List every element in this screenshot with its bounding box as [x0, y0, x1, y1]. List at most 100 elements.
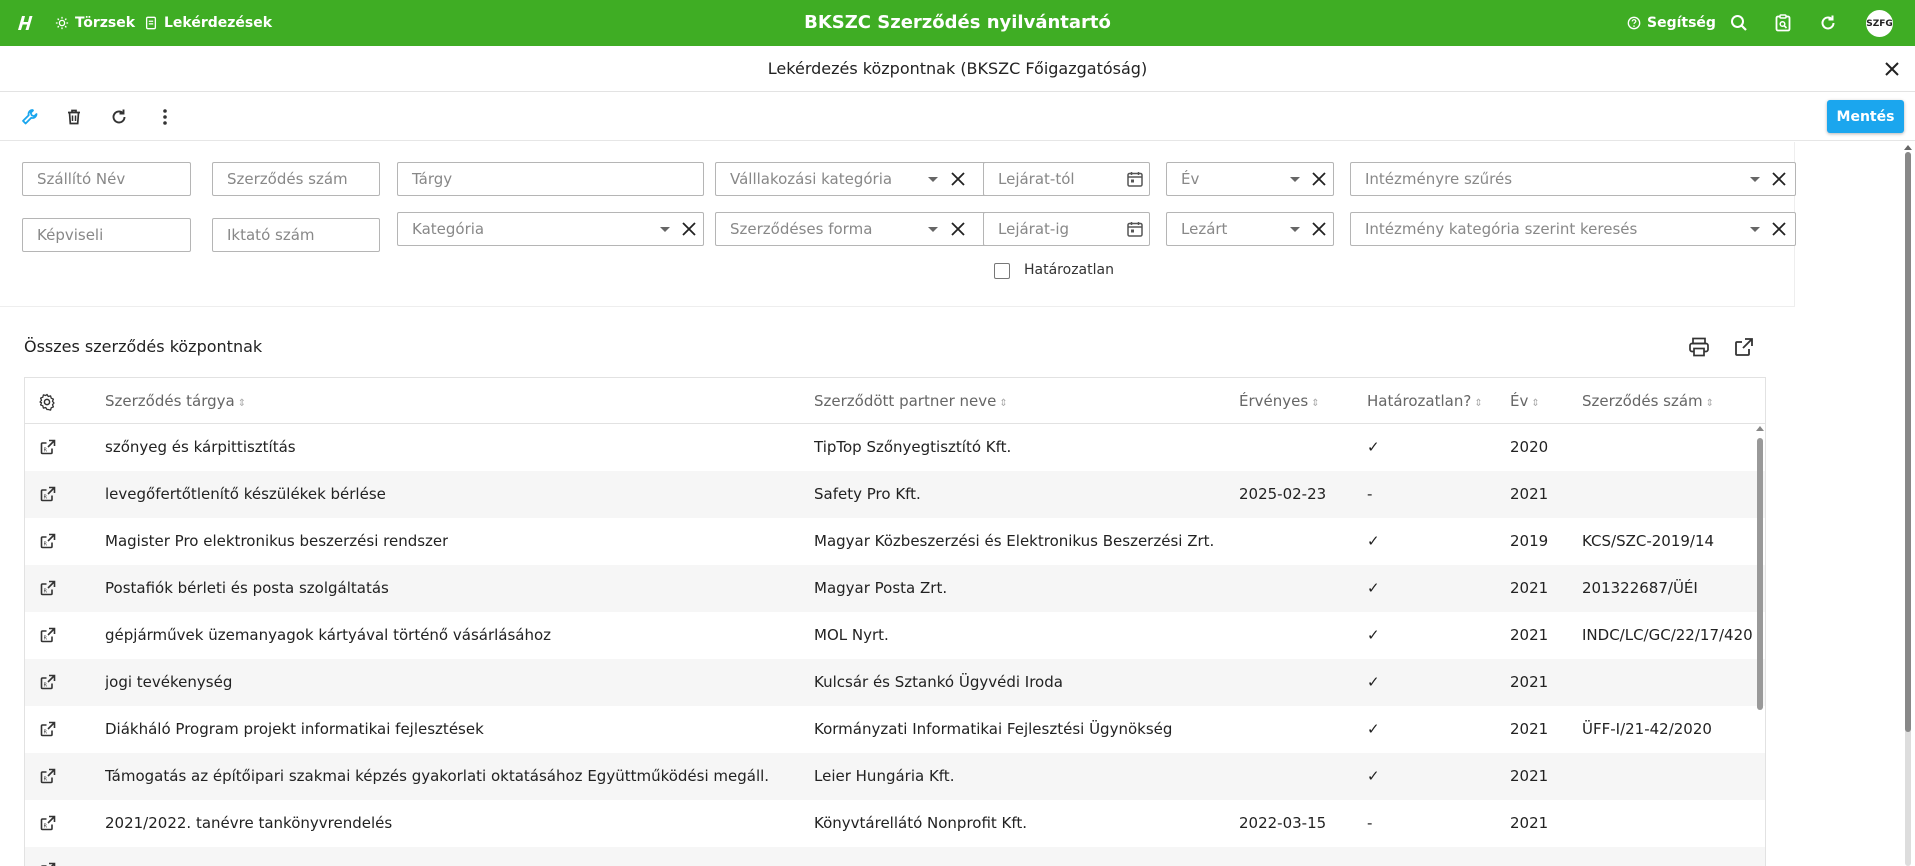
cell-contract-number [1582, 424, 1757, 471]
clear-icon[interactable] [1772, 222, 1786, 236]
cell-contract-number: ÜFF-I/21-42/2020 [1582, 720, 1712, 738]
more-button[interactable] [154, 106, 176, 128]
document-icon [145, 16, 157, 30]
clear-icon[interactable] [1772, 172, 1786, 186]
cell-subject: jogi tevékenység [105, 673, 233, 691]
registry-number-input[interactable]: Iktató szám [212, 218, 380, 252]
table-header: Szerződés tárgya ⇕ Szerződött partner nev… [25, 378, 1765, 424]
nav-torzsek[interactable]: Törzsek [55, 0, 135, 46]
refresh-icon [112, 109, 126, 124]
open-record-icon[interactable]: R [39, 626, 57, 644]
open-external-icon[interactable] [1732, 335, 1756, 359]
app-logo[interactable] [14, 12, 36, 34]
col-year[interactable]: Év ⇕ [1510, 378, 1540, 424]
top-bar: Törzsek Lekérdezések BKSZC Szerződés nyi… [0, 0, 1915, 46]
nav-lekerdezesek[interactable]: Lekérdezések [144, 0, 272, 46]
avatar[interactable]: SZFG [1866, 10, 1893, 37]
chevron-down-icon [928, 177, 938, 182]
scroll-up-arrow[interactable] [1756, 426, 1764, 431]
toolbar [0, 93, 1915, 141]
contract-number-input[interactable]: Szerződés szám [212, 162, 380, 196]
year-select[interactable]: Év [1166, 162, 1334, 196]
close-icon[interactable] [1881, 58, 1903, 80]
table-row[interactable]: R [25, 847, 1765, 866]
chevron-down-icon [660, 227, 670, 232]
institution-category-select[interactable]: Intézmény kategória szerint keresés [1350, 212, 1796, 246]
col-partner[interactable]: Szerződött partner neve ⇕ [814, 378, 1008, 424]
clear-icon[interactable] [951, 222, 965, 236]
table-row[interactable]: R Magister Pro elektronikus beszerzési re… [25, 518, 1765, 565]
table-row[interactable]: R Támogatás az építőipari szakmai képzés … [25, 753, 1765, 800]
expiry-from-input[interactable]: Lejárat-tól [983, 162, 1150, 196]
cell-subject: Támogatás az építőipari szakmai képzés g… [105, 767, 770, 785]
cell-indefinite: ✓ [1367, 767, 1380, 785]
chevron-down-icon [1750, 177, 1760, 182]
table-row[interactable]: Rszőnyeg és kárpittisztítás TipTop Szőnye… [25, 424, 1765, 471]
table-row[interactable]: Rjogi tevékenység Kulcsár és Sztankó Ügyv… [25, 659, 1765, 706]
open-record-icon[interactable]: R [39, 579, 57, 597]
gear-icon[interactable] [38, 393, 56, 411]
open-record-icon[interactable]: R [39, 485, 57, 503]
clear-icon[interactable] [951, 172, 965, 186]
page-scrollbar[interactable] [1905, 152, 1911, 732]
contracts-table: Szerződés tárgya ⇕ Szerződött partner nev… [24, 377, 1766, 866]
table-row[interactable]: R Diákháló Program projekt informatikai f… [25, 706, 1765, 753]
calendar-icon[interactable] [1126, 170, 1144, 188]
col-subject[interactable]: Szerződés tárgya ⇕ [105, 378, 246, 424]
institution-filter-select[interactable]: Intézményre szűrés [1350, 162, 1796, 196]
wrench-icon [22, 109, 38, 125]
refresh-button[interactable] [108, 106, 130, 128]
cell-year: 2021 [1510, 673, 1549, 691]
page-scroll-up-arrow[interactable] [1904, 145, 1912, 150]
sort-icon: ⇕ [1705, 398, 1715, 409]
chevron-down-icon [1290, 227, 1300, 232]
save-button[interactable]: Mentés [1827, 100, 1904, 133]
cell-indefinite: ✓ [1367, 626, 1380, 644]
trash-icon [68, 109, 80, 125]
chevron-down-icon [928, 227, 938, 232]
page-title: Lekérdezés központnak (BKSZC Főigazgatós… [767, 59, 1148, 78]
cell-year: 2021 [1510, 626, 1549, 644]
open-record-icon[interactable]: R [39, 767, 57, 785]
indefinite-checkbox[interactable] [994, 263, 1010, 279]
cog-sun-icon [55, 16, 69, 30]
clear-icon[interactable] [1312, 172, 1326, 186]
open-record-icon[interactable]: R [39, 438, 57, 456]
help-link[interactable]: Segítség [1627, 0, 1716, 46]
open-record-icon[interactable]: R [39, 673, 57, 691]
printer-icon[interactable] [1687, 335, 1711, 359]
table-row[interactable]: R Postafiók bérleti és posta szolgáltatás… [25, 565, 1765, 612]
table-row[interactable]: R 2021/2022. tanévre tankönyvrendelés Köny… [25, 800, 1765, 847]
table-row[interactable]: Rgépjárművek üzemanyagok kártyával törté… [25, 612, 1765, 659]
open-record-icon[interactable]: R [39, 532, 57, 550]
col-indefinite[interactable]: Határozatlan? ⇕ [1367, 378, 1483, 424]
col-contract-number[interactable]: Szerződés szám ⇕ [1582, 378, 1714, 424]
open-record-icon[interactable]: R [39, 861, 57, 866]
supplier-name-input[interactable]: Szállító Név [22, 162, 191, 196]
expiry-to-input[interactable]: Lejárat-ig [983, 212, 1150, 246]
refresh-top-button[interactable] [1816, 11, 1840, 35]
search-button[interactable] [1727, 11, 1751, 35]
table-scrollbar[interactable] [1757, 438, 1763, 710]
delete-button[interactable] [63, 106, 85, 128]
business-category-select[interactable]: Válllakozási kategória [715, 162, 1004, 196]
closed-select[interactable]: Lezárt [1166, 212, 1334, 246]
subject-input[interactable]: Tárgy [397, 162, 704, 196]
settings-tool-button[interactable] [19, 106, 41, 128]
cell-contract-number [1582, 659, 1757, 706]
open-record-icon[interactable]: R [39, 720, 57, 738]
table-row[interactable]: Rlevegőfertőtlenítő készülékek bérlése Sa… [25, 471, 1765, 518]
representative-input[interactable]: Képviseli [22, 218, 191, 252]
calendar-icon[interactable] [1126, 220, 1144, 238]
clear-icon[interactable] [682, 222, 696, 236]
cell-contract-number [1582, 753, 1757, 800]
category-select[interactable]: Kategória [397, 212, 704, 246]
col-valid[interactable]: Érvényes ⇕ [1239, 378, 1320, 424]
clipboard-button[interactable] [1771, 11, 1795, 35]
contract-form-select[interactable]: Szerződéses forma [715, 212, 1004, 246]
card-title: Összes szerződés központnak [24, 337, 263, 356]
svg-text:R: R [44, 448, 48, 454]
clear-icon[interactable] [1312, 222, 1326, 236]
open-record-icon[interactable]: R [39, 814, 57, 832]
sort-icon: ⇕ [999, 398, 1008, 409]
